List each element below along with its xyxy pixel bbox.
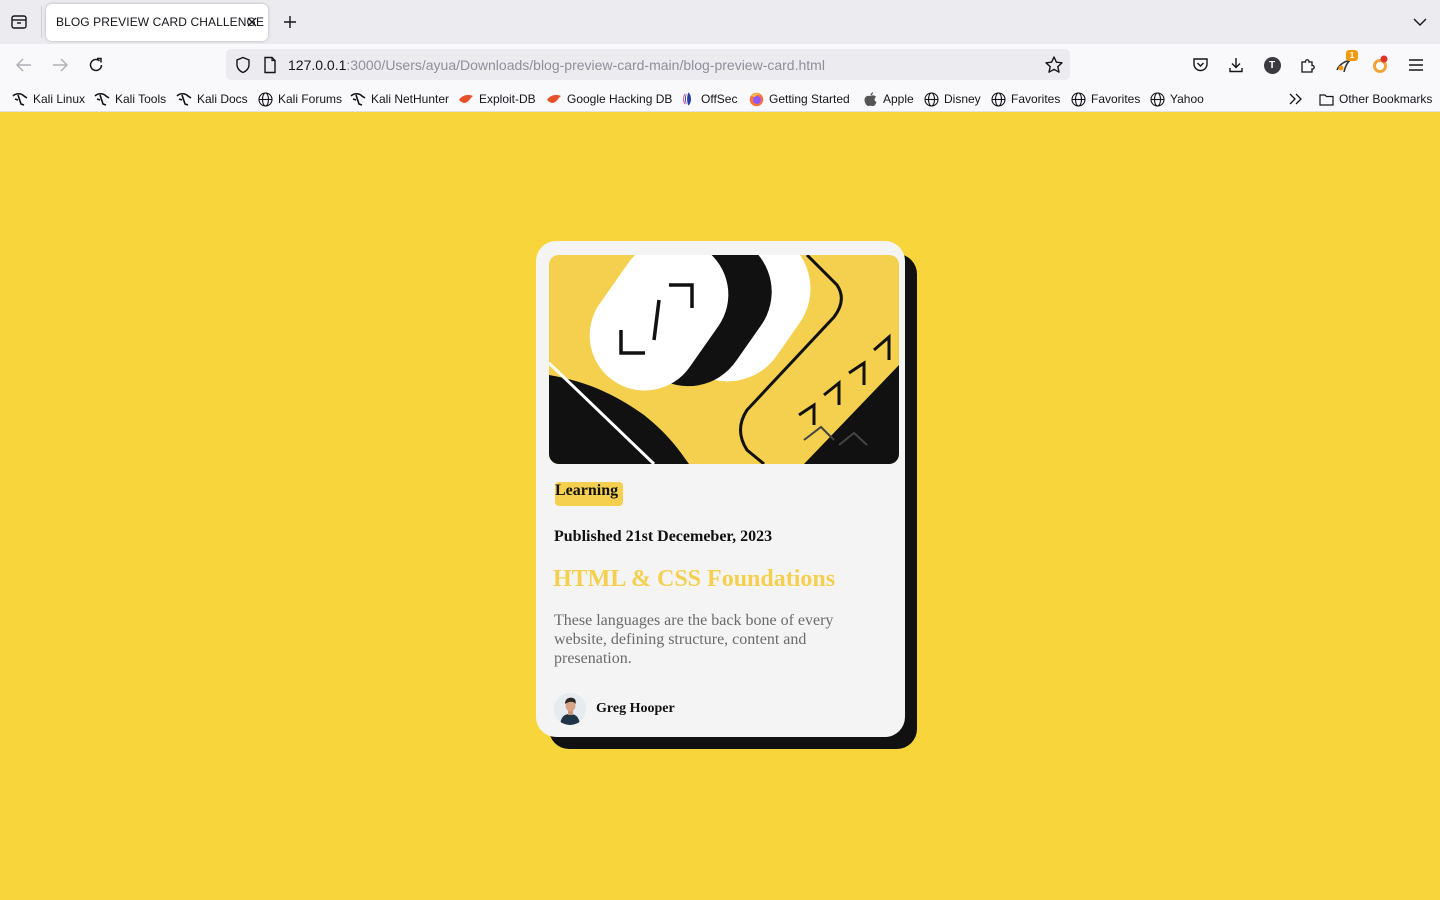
bookmark-yahoo[interactable]: Yahoo: [1149, 90, 1204, 108]
account-avatar: T: [1263, 56, 1281, 74]
bookmark-label: Exploit-DB: [479, 92, 536, 106]
bookmarks-toolbar: Kali Linux Kali Tools Kali Docs Kali For…: [0, 86, 1440, 112]
tracking-protection-shield-icon[interactable]: [234, 56, 252, 74]
bookmark-favorites-2[interactable]: Favorites: [1070, 90, 1140, 108]
bookmark-label: Favorites: [1091, 92, 1141, 106]
bookmark-label: Favorites: [1011, 92, 1061, 106]
list-all-tabs-button[interactable]: [1410, 13, 1430, 31]
category-tag-label: Learning: [555, 482, 619, 499]
extension-badge: 1: [1346, 50, 1358, 61]
kali-dragon-icon: [350, 91, 366, 107]
new-tab-button[interactable]: [280, 12, 300, 32]
active-tab[interactable]: BLOG PREVIEW CARD CHALLENGE: [46, 4, 268, 41]
extension-kali-button[interactable]: 1: [1332, 50, 1358, 77]
bookmark-exploit-db[interactable]: Exploit-DB: [458, 90, 536, 108]
author-name: Greg Hooper: [596, 701, 675, 716]
globe-icon: [923, 91, 939, 107]
bookmark-offsec[interactable]: OffSec: [680, 90, 737, 108]
bookmark-label: OffSec: [701, 92, 738, 106]
plus-icon: [284, 16, 296, 28]
bookmark-label: Kali Linux: [33, 92, 86, 106]
tab-bar: BLOG PREVIEW CARD CHALLENGE: [0, 0, 1440, 44]
extensions-button[interactable]: [1296, 53, 1320, 77]
bookmark-getting-started[interactable]: Getting Started: [748, 90, 850, 108]
bookmark-label: Apple: [883, 92, 914, 106]
bookmark-label: Kali NetHunter: [371, 92, 450, 106]
bookmark-disney[interactable]: Disney: [923, 90, 981, 108]
folder-icon: [1318, 91, 1334, 107]
firefox-view-icon: [11, 15, 27, 29]
account-button[interactable]: T: [1260, 53, 1284, 77]
tab-separator: [41, 6, 42, 38]
arrow-right-icon: [53, 58, 68, 72]
reload-icon: [89, 57, 103, 72]
exploit-db-icon: [458, 91, 474, 107]
published-date: Published 21st Decemeber, 2023: [554, 528, 773, 545]
url-text[interactable]: 127.0.0.1:3000/Users/ayua/Downloads/blog…: [288, 57, 825, 73]
page-info-icon[interactable]: [262, 56, 278, 74]
kali-dragon-icon: [12, 91, 28, 107]
forward-button[interactable]: [49, 54, 71, 76]
puzzle-icon: [1301, 59, 1315, 73]
url-path: :3000/Users/ayua/Downloads/blog-preview-…: [346, 57, 825, 73]
other-bookmarks-folder[interactable]: Other Bookmarks: [1318, 90, 1432, 108]
bookmark-favorites-1[interactable]: Favorites: [990, 90, 1060, 108]
blog-title[interactable]: HTML & CSS Foundations: [553, 566, 835, 593]
category-tag: Learning: [555, 482, 623, 506]
globe-icon: [257, 91, 273, 107]
bookmark-kali-forums[interactable]: Kali Forums: [257, 90, 342, 108]
blog-preview-card: Learning Published 21st Decemeber, 2023 …: [536, 241, 905, 737]
arrow-left-icon: [16, 58, 31, 72]
globe-icon: [1070, 91, 1086, 107]
bookmark-google-hacking-db[interactable]: Google Hacking DB: [546, 90, 672, 108]
chevron-down-icon: [1413, 18, 1427, 26]
url-host: 127.0.0.1: [288, 57, 347, 73]
extension-ublock-button[interactable]: [1368, 53, 1392, 77]
bookmark-label: Getting Started: [769, 92, 850, 106]
offsec-icon: [680, 91, 696, 107]
bookmark-kali-linux[interactable]: Kali Linux: [12, 90, 85, 108]
double-chevron-right-icon: [1289, 93, 1302, 105]
bookmark-label: Yahoo: [1170, 92, 1204, 106]
navigation-bar: 127.0.0.1:3000/Users/ayua/Downloads/blog…: [0, 44, 1440, 86]
close-icon: [247, 17, 257, 27]
kali-dragon-icon: [94, 91, 110, 107]
bookmark-star-icon[interactable]: [1044, 55, 1064, 75]
download-icon: [1229, 58, 1243, 73]
firefox-view-button[interactable]: [8, 11, 30, 33]
globe-icon: [1149, 91, 1165, 107]
reload-button[interactable]: [85, 54, 107, 76]
bookmark-kali-nethunter[interactable]: Kali NetHunter: [350, 90, 449, 108]
bookmark-label: Kali Forums: [278, 92, 343, 106]
author-info: Greg Hooper: [554, 693, 675, 725]
bookmark-label: Disney: [944, 92, 981, 106]
pocket-button[interactable]: [1188, 53, 1212, 77]
blog-description: These languages are the back bone of eve…: [554, 612, 834, 667]
hamburger-menu-icon: [1409, 59, 1423, 71]
bookmark-kali-docs[interactable]: Kali Docs: [176, 90, 248, 108]
bookmark-label: Kali Tools: [115, 92, 167, 106]
fox-extension-icon: [1373, 55, 1388, 73]
bookmark-kali-tools[interactable]: Kali Tools: [94, 90, 166, 108]
author-avatar: [554, 693, 586, 725]
firefox-icon: [748, 91, 764, 107]
bookmark-label: Kali Docs: [197, 92, 248, 106]
blog-illustration: [549, 255, 899, 464]
app-menu-button[interactable]: [1404, 53, 1428, 77]
exploit-db-icon: [546, 91, 562, 107]
bookmark-label: Google Hacking DB: [567, 92, 673, 106]
bookmark-apple[interactable]: Apple: [862, 90, 914, 108]
bookmarks-overflow-button[interactable]: [1287, 90, 1305, 108]
other-bookmarks-label: Other Bookmarks: [1339, 92, 1433, 106]
address-bar[interactable]: 127.0.0.1:3000/Users/ayua/Downloads/blog…: [226, 49, 1070, 80]
kali-dragon-icon: [176, 91, 192, 107]
back-button[interactable]: [13, 54, 35, 76]
apple-icon: [862, 91, 878, 107]
tab-title: BLOG PREVIEW CARD CHALLENGE: [56, 15, 265, 29]
tab-close-button[interactable]: [244, 14, 260, 30]
globe-icon: [990, 91, 1006, 107]
downloads-button[interactable]: [1224, 53, 1248, 77]
pocket-icon: [1192, 58, 1208, 72]
